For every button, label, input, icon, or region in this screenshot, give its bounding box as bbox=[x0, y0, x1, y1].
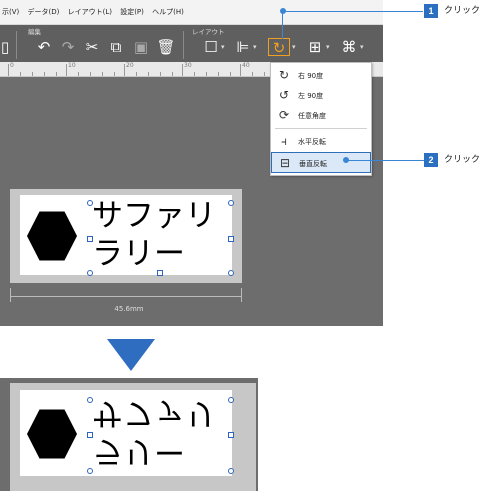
menu-item-label: 水平反転 bbox=[298, 138, 326, 146]
flip-horizontal-icon: ⫞ bbox=[280, 134, 287, 148]
rotate-left-icon: ↺ bbox=[278, 88, 290, 102]
flip-vertical-icon: ⊟ bbox=[279, 156, 291, 170]
selection-handle[interactable] bbox=[228, 236, 234, 242]
step-badge: 1 bbox=[424, 4, 438, 18]
arrow-down-icon bbox=[107, 339, 155, 371]
selection-handle[interactable] bbox=[87, 432, 93, 438]
paste-icon[interactable]: ▣ bbox=[131, 38, 151, 56]
ruler-mark: 30 bbox=[184, 62, 192, 69]
menu-item-rotate-right[interactable]: ↻ 右 90度 bbox=[271, 65, 371, 85]
callout-text: クリック bbox=[444, 155, 481, 165]
menu-item-label: 任意角度 bbox=[298, 112, 326, 120]
menu-bar: 示(V) データ(D) レイアウト(L) 設定(P) ヘルプ(H) bbox=[0, 0, 383, 25]
selection-handle[interactable] bbox=[157, 270, 163, 276]
selection-handle[interactable] bbox=[228, 200, 234, 206]
ruler-mark: 10 bbox=[68, 62, 76, 69]
selection-handle[interactable] bbox=[228, 397, 234, 403]
menu-item-flip-vertical[interactable]: ⊟ 垂直反転 bbox=[271, 152, 371, 173]
chevron-down-icon[interactable]: ▾ bbox=[326, 40, 330, 54]
effect-icon[interactable]: ⌘ bbox=[340, 38, 358, 56]
selection-handle[interactable] bbox=[228, 432, 234, 438]
selection-handle[interactable] bbox=[228, 468, 234, 474]
ruler-mark: 40 bbox=[242, 62, 250, 69]
menu-item-label: 垂直反転 bbox=[299, 160, 327, 168]
copy-icon[interactable]: ⧉ bbox=[106, 38, 126, 56]
selection-handle[interactable] bbox=[87, 236, 93, 242]
step-badge: 2 bbox=[424, 153, 438, 167]
rotate-dropdown-menu: ↻ 右 90度 ↺ 左 90度 ⟳ 任意角度 ⫞ 水平反転 ⊟ 垂直反転 bbox=[270, 62, 372, 176]
label-text-line2: ラリー bbox=[92, 433, 185, 469]
align-icon[interactable]: ⊫ bbox=[234, 38, 252, 56]
selection-handle[interactable] bbox=[87, 270, 93, 276]
redo-icon[interactable]: ↷ bbox=[58, 38, 78, 56]
selection-handle[interactable] bbox=[87, 200, 93, 206]
callout-line bbox=[282, 11, 283, 39]
menu-item-rotate-left[interactable]: ↺ 左 90度 bbox=[271, 85, 371, 105]
rotate-icon[interactable]: ↻ bbox=[268, 38, 290, 57]
menu-item-label: 右 90度 bbox=[298, 72, 324, 80]
dimension-line bbox=[10, 296, 242, 297]
chevron-down-icon[interactable]: ▾ bbox=[221, 40, 225, 54]
group-edit-label: 編集 bbox=[28, 28, 41, 36]
selection-handle[interactable] bbox=[87, 397, 93, 403]
app-screenshot-after: サファリ ラリー bbox=[0, 378, 258, 491]
label-text-line1[interactable]: サファリ bbox=[92, 197, 216, 235]
label-text-line2[interactable]: ラリー bbox=[92, 235, 185, 273]
free-rotate-icon: ⟳ bbox=[278, 108, 290, 122]
menu-item-free-angle[interactable]: ⟳ 任意角度 bbox=[271, 105, 371, 125]
partial-icon: ▯ bbox=[0, 38, 10, 56]
dimension-tick bbox=[10, 288, 11, 302]
frame-icon[interactable]: ☐ bbox=[202, 38, 220, 56]
dimension-tick bbox=[241, 288, 242, 302]
label-text-line1: サファリ bbox=[92, 395, 216, 431]
menu-layout[interactable]: レイアウト(L) bbox=[68, 8, 112, 16]
selection-handle[interactable] bbox=[87, 468, 93, 474]
callout-text: クリック bbox=[444, 6, 481, 16]
undo-icon[interactable]: ↶ bbox=[34, 38, 54, 56]
callout-line bbox=[283, 11, 423, 12]
selection-handle[interactable] bbox=[228, 270, 234, 276]
menu-item-label: 左 90度 bbox=[298, 92, 324, 100]
menu-item-flip-horizontal[interactable]: ⫞ 水平反転 bbox=[271, 131, 371, 151]
rotate-right-icon: ↻ bbox=[278, 68, 290, 82]
width-label: 45.6mm bbox=[114, 305, 144, 313]
chevron-down-icon[interactable]: ▾ bbox=[253, 40, 257, 54]
ruler-mark: 20 bbox=[126, 62, 134, 69]
ruler-mark: 0 bbox=[10, 62, 14, 69]
scissors-icon[interactable]: ✂ bbox=[82, 38, 102, 56]
callout-line bbox=[346, 160, 424, 161]
trash-icon[interactable]: 🗑 bbox=[156, 38, 176, 56]
menu-data[interactable]: データ(D) bbox=[28, 8, 60, 16]
layout-icon[interactable]: ⊞ bbox=[306, 38, 324, 56]
menu-view[interactable]: 示(V) bbox=[2, 8, 19, 16]
chevron-down-icon[interactable]: ▾ bbox=[292, 40, 296, 54]
flipped-text-group[interactable]: サファリ ラリー bbox=[92, 392, 232, 472]
menu-help[interactable]: ヘルプ(H) bbox=[152, 8, 184, 16]
group-layout-label: レイアウト bbox=[192, 28, 225, 36]
chevron-down-icon[interactable]: ▾ bbox=[360, 40, 364, 54]
ribbon-toolbar: ▯ 編集 ↶ ↷ ✂ ⧉ ▣ 🗑 レイアウト ☐ ▾ ⊫ ▾ ↻ ▾ ⊞ ▾ ⌘… bbox=[0, 25, 383, 62]
menu-settings[interactable]: 設定(P) bbox=[120, 8, 144, 16]
